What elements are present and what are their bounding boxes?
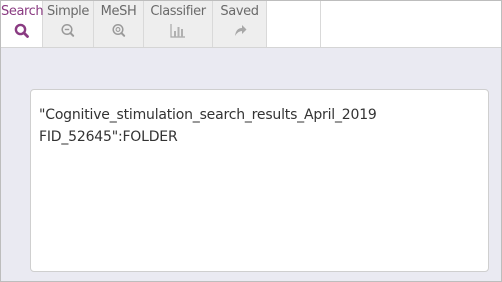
search-panel: Search Simple MeSH Classifier Saved "Cog… <box>0 0 502 282</box>
search-icon <box>14 23 29 38</box>
tab-classifier[interactable]: Classifier <box>144 1 213 47</box>
tab-saved-label: Saved <box>220 4 259 19</box>
query-line-1: "Cognitive_stimulation_search_results_Ap… <box>39 107 377 123</box>
tab-saved[interactable]: Saved <box>213 1 267 47</box>
zoom-out-icon <box>61 23 75 37</box>
zoom-info-icon <box>111 23 125 37</box>
tab-search[interactable]: Search <box>1 1 44 47</box>
tab-simple-label: Simple <box>47 4 89 19</box>
share-arrow-icon <box>234 25 246 36</box>
tab-classifier-label: Classifier <box>150 4 206 19</box>
tab-mesh-label: MeSH <box>100 4 137 19</box>
empty-tab-slot <box>267 1 321 47</box>
tab-simple[interactable]: Simple <box>43 1 94 47</box>
tab-mesh[interactable]: MeSH <box>94 1 144 47</box>
tab-bar: Search Simple MeSH Classifier Saved <box>1 1 501 48</box>
tab-search-label: Search <box>1 4 44 19</box>
query-line-2: FID_52645":FOLDER <box>39 129 178 145</box>
query-editor[interactable]: "Cognitive_stimulation_search_results_Ap… <box>30 89 489 272</box>
bar-chart-icon <box>170 24 185 38</box>
